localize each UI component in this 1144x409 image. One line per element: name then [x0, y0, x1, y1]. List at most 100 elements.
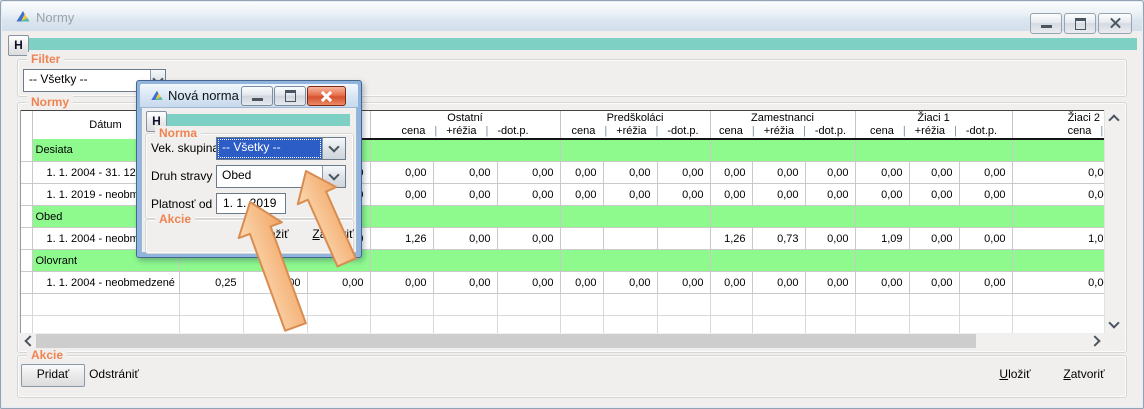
save-button[interactable]: Uložiť: [987, 364, 1043, 385]
meal-type-value[interactable]: Obed: [217, 166, 322, 187]
grid-cell[interactable]: [959, 316, 1012, 334]
date-cell[interactable]: 1. 1. 2004 - neobmedzené: [32, 272, 179, 294]
grid-cell[interactable]: 0,25: [179, 272, 243, 294]
grid-cell[interactable]: 0,00: [603, 162, 657, 184]
grid-cell[interactable]: 1,26: [370, 228, 433, 250]
age-group-dropdown-button[interactable]: [322, 138, 345, 159]
dialog-titlebar[interactable]: Nová norma *: [140, 84, 358, 107]
grid-cell[interactable]: 0,00: [710, 272, 752, 294]
grid-cell[interactable]: 0,00: [710, 162, 752, 184]
grid-cell[interactable]: [710, 294, 752, 316]
add-button[interactable]: Pridať: [21, 364, 85, 387]
grid-cell[interactable]: 0,00: [603, 184, 657, 206]
grid-cell[interactable]: 0,00: [959, 184, 1012, 206]
scroll-down-button[interactable]: [1105, 316, 1123, 333]
age-group-combobox[interactable]: -- Všetky --: [216, 137, 346, 160]
grid-cell[interactable]: 0,00: [1012, 272, 1105, 294]
grid-cell[interactable]: 0,00: [307, 272, 370, 294]
grid-cell[interactable]: [909, 316, 959, 334]
age-group-value[interactable]: -- Všetky --: [217, 138, 322, 159]
group-row-cell[interactable]: [855, 250, 1012, 272]
date-cell[interactable]: [32, 294, 179, 316]
grid-cell[interactable]: [433, 294, 497, 316]
dialog-maximize-button[interactable]: [274, 86, 306, 106]
grid-cell[interactable]: [805, 316, 855, 334]
grid-cell[interactable]: [959, 294, 1012, 316]
remove-button[interactable]: Odstrániť: [81, 364, 147, 385]
grid-cell[interactable]: [855, 316, 909, 334]
grid-cell[interactable]: 0,00: [657, 184, 710, 206]
grid-cell[interactable]: [497, 316, 560, 334]
group-row-cell[interactable]: [710, 250, 855, 272]
grid-cell[interactable]: 0,00: [560, 184, 603, 206]
grid-cell[interactable]: 0,00: [710, 184, 752, 206]
grid-cell[interactable]: 0,73: [752, 228, 805, 250]
grid-cell[interactable]: 0,00: [805, 272, 855, 294]
grid-cell[interactable]: 0,00: [497, 162, 560, 184]
close-button[interactable]: [1098, 13, 1132, 34]
grid-cell[interactable]: [243, 294, 307, 316]
grid-cell[interactable]: 0,00: [855, 272, 909, 294]
meal-type-combobox[interactable]: Obed: [216, 165, 346, 188]
group-row-cell[interactable]: [560, 139, 710, 162]
grid-cell[interactable]: 0,00: [497, 228, 560, 250]
grid-cell[interactable]: 0,00: [959, 162, 1012, 184]
grid-cell[interactable]: 0,00: [855, 184, 909, 206]
grid-cell[interactable]: [603, 316, 657, 334]
grid-cell[interactable]: 0,00: [433, 228, 497, 250]
group-row-cell[interactable]: [560, 250, 710, 272]
group-row-cell[interactable]: [855, 139, 1012, 162]
filter-combobox-value[interactable]: -- Všetky --: [24, 70, 150, 91]
grid-cell[interactable]: [1012, 316, 1105, 334]
valid-from-input[interactable]: 1. 1. 2019: [216, 193, 286, 214]
grid-cell[interactable]: [307, 316, 370, 334]
grid-cell[interactable]: 1,26: [710, 228, 752, 250]
grid-cell[interactable]: 1,09: [1012, 228, 1105, 250]
date-cell[interactable]: [32, 316, 179, 334]
grid-cell[interactable]: [243, 316, 307, 334]
grid-cell[interactable]: [603, 228, 657, 250]
horizontal-scrollbar[interactable]: [20, 333, 1104, 349]
grid-cell[interactable]: 0,00: [805, 162, 855, 184]
grid-cell[interactable]: [657, 228, 710, 250]
vertical-scrollbar[interactable]: [1104, 110, 1123, 333]
meal-type-dropdown-button[interactable]: [322, 166, 345, 187]
dialog-close-action-button[interactable]: Zatvoriť: [307, 224, 359, 245]
group-row-cell[interactable]: [855, 206, 1012, 228]
grid-cell[interactable]: [710, 316, 752, 334]
grid-cell[interactable]: 0,00: [243, 272, 307, 294]
group-row-cell[interactable]: [370, 206, 560, 228]
grid-cell[interactable]: [179, 294, 243, 316]
grid-cell[interactable]: 0,00: [959, 272, 1012, 294]
horizontal-scroll-thumb[interactable]: [36, 334, 976, 348]
group-row-cell[interactable]: [710, 206, 855, 228]
minimize-button[interactable]: [1030, 13, 1062, 34]
maximize-button[interactable]: [1064, 13, 1096, 34]
grid-cell[interactable]: 0,00: [560, 162, 603, 184]
grid-cell[interactable]: 0,00: [433, 184, 497, 206]
group-row-cell[interactable]: [1012, 139, 1105, 162]
grid-cell[interactable]: 0,00: [370, 184, 433, 206]
grid-cell[interactable]: [752, 294, 805, 316]
grid-cell[interactable]: [657, 316, 710, 334]
grid-cell[interactable]: 0,00: [657, 272, 710, 294]
grid-cell[interactable]: 0,00: [657, 162, 710, 184]
grid-cell[interactable]: 0,00: [370, 272, 433, 294]
dialog-save-button[interactable]: Uložiť: [247, 224, 299, 245]
grid-cell[interactable]: 0,00: [433, 272, 497, 294]
grid-cell[interactable]: 0,00: [959, 228, 1012, 250]
grid-cell[interactable]: [657, 294, 710, 316]
grid-cell[interactable]: [603, 294, 657, 316]
grid-cell[interactable]: 0,00: [752, 162, 805, 184]
grid-cell[interactable]: 0,00: [805, 184, 855, 206]
close-window-button[interactable]: Zatvoriť: [1051, 364, 1117, 385]
grid-cell[interactable]: 0,00: [909, 228, 959, 250]
grid-cell[interactable]: 0,00: [433, 162, 497, 184]
help-button[interactable]: H: [8, 35, 29, 56]
dialog-minimize-button[interactable]: [241, 86, 273, 106]
group-row-cell[interactable]: [710, 139, 855, 162]
grid-cell[interactable]: [307, 294, 370, 316]
scroll-left-button[interactable]: [20, 333, 36, 349]
group-row-cell[interactable]: [1012, 250, 1105, 272]
grid-cell[interactable]: [560, 294, 603, 316]
